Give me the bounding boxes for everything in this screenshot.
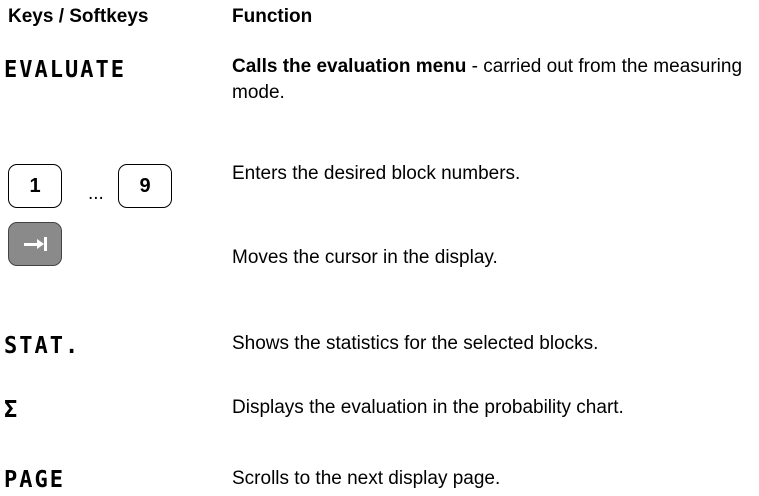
evaluate-description: Calls the evaluation menu - carried out … — [232, 54, 752, 106]
tab-arrow-icon — [23, 237, 47, 251]
softkey-evaluate: EVALUATE — [4, 56, 126, 84]
cursor-description: Moves the cursor in the display. — [232, 247, 498, 268]
stat-description: Shows the statistics for the selected bl… — [232, 333, 599, 354]
key-tab — [8, 222, 62, 266]
key-9: 9 — [118, 164, 172, 208]
key-ellipsis: ... — [88, 183, 104, 204]
header-function: Function — [232, 6, 313, 27]
softkey-sigma: Σ — [4, 396, 20, 424]
page-description: Scrolls to the next display page. — [232, 468, 501, 489]
key-1: 1 — [8, 164, 62, 208]
evaluate-description-bold: Calls the evaluation menu — [232, 56, 467, 77]
header-keys: Keys / Softkeys — [8, 6, 149, 27]
sigma-description: Displays the evaluation in the probabili… — [232, 397, 624, 418]
softkey-stat: STAT. — [4, 332, 81, 360]
softkey-page: PAGE — [4, 466, 65, 494]
block-numbers-description: Enters the desired block numbers. — [232, 163, 521, 184]
